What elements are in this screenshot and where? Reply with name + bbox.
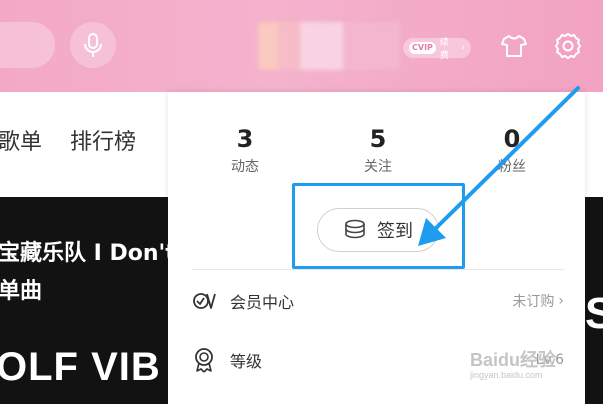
stat-following[interactable]: 5 关注	[338, 124, 418, 176]
banner-artwork-text: OLF VIB	[0, 345, 161, 389]
stat-value: 0	[503, 125, 521, 153]
chevron-right-icon: ›	[461, 43, 465, 53]
skin-button[interactable]	[500, 32, 528, 60]
vip-renew-label: 续费	[439, 38, 449, 61]
baidu-watermark: Baidu经验 jingyan.baidu.com	[470, 346, 557, 380]
promo-banner-edge[interactable]: S	[583, 197, 603, 404]
microphone-icon	[84, 33, 102, 57]
stat-value: 5	[369, 125, 387, 153]
menu-item-label: 会员中心	[230, 293, 295, 312]
chevron-right-icon: ›	[558, 293, 564, 309]
gear-icon	[555, 33, 581, 59]
tshirt-icon	[501, 35, 527, 57]
nav-playlist[interactable]: 歌单	[0, 124, 42, 156]
top-header: CVIP 续费 ›	[0, 0, 603, 92]
username-avatar[interactable]	[258, 22, 400, 70]
search-input[interactable]	[0, 22, 55, 68]
settings-button[interactable]	[553, 31, 583, 61]
stat-followers[interactable]: 0 粉丝	[472, 124, 552, 176]
vip-mark: CVIP	[409, 42, 436, 54]
watermark-url: jingyan.baidu.com	[470, 370, 543, 380]
subscription-status: 未订购	[512, 294, 555, 310]
stat-posts[interactable]: 3 动态	[205, 124, 285, 176]
vip-icon	[192, 289, 222, 313]
badge-icon	[192, 348, 222, 373]
menu-item-vip-center[interactable]: 会员中心 未订购 ›	[192, 278, 564, 324]
nav-charts[interactable]: 排行榜	[70, 124, 136, 156]
stat-label: 关注	[364, 159, 392, 175]
watermark-brand: Baidu经验	[470, 350, 557, 370]
stat-label: 粉丝	[498, 159, 526, 175]
banner-subtitle: 单曲	[0, 279, 43, 304]
stat-value: 3	[236, 125, 254, 153]
stat-label: 动态	[231, 159, 259, 175]
divider	[192, 269, 564, 270]
annotation-highlight-box	[292, 183, 465, 269]
menu-item-value: 未订购 ›	[512, 291, 564, 311]
promo-banner[interactable]: 宝藏乐队 I Don't 单曲 OLF VIB	[0, 197, 176, 404]
banner-edge-glyph: S	[585, 289, 603, 338]
banner-title: 宝藏乐队 I Don't	[0, 241, 176, 266]
voice-search-button[interactable]	[70, 22, 116, 68]
vip-badge[interactable]: CVIP 续费 ›	[403, 38, 471, 61]
